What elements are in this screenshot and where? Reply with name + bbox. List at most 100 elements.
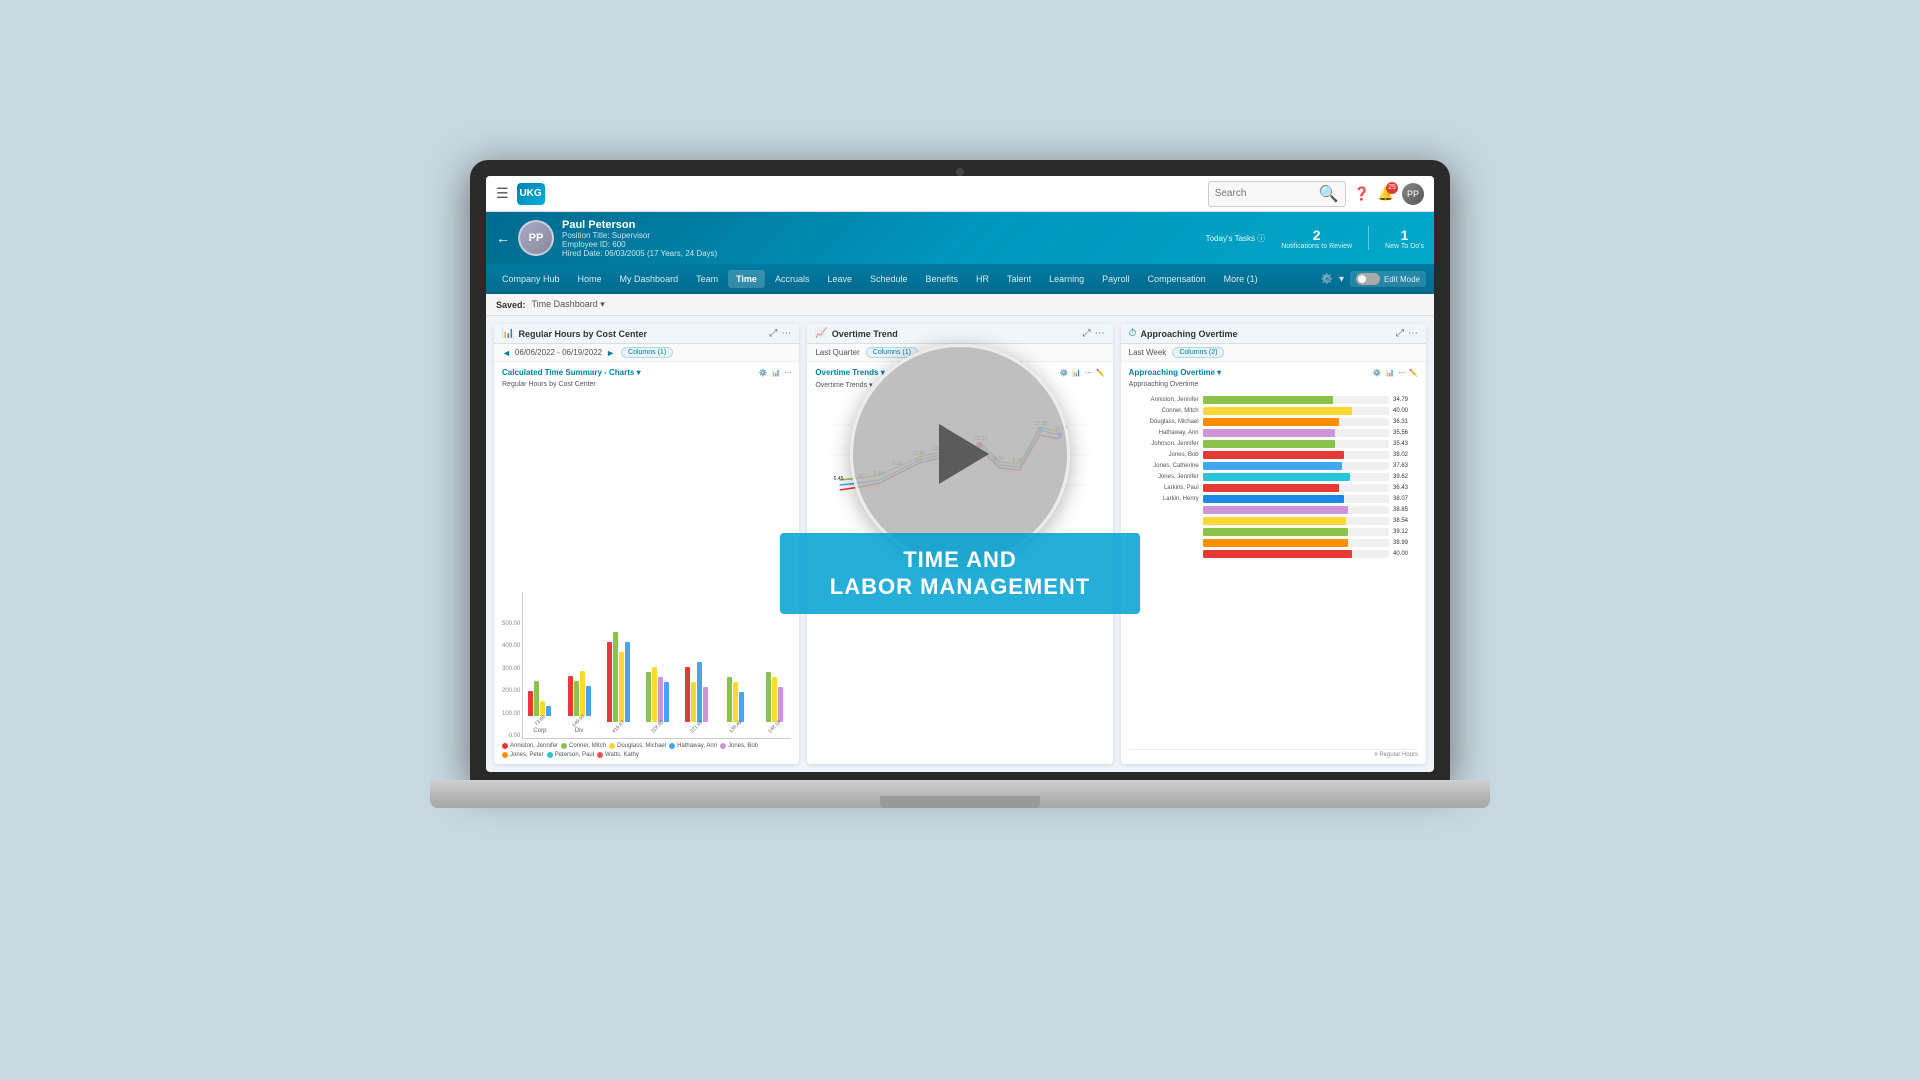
widget2-date-nav: Last Quarter — [815, 348, 859, 357]
dashboard-name[interactable]: Time Dashboard ▾ — [532, 299, 605, 310]
widget2-header: 📈 Overtime Trend ⤢ ⋯ — [807, 324, 1112, 344]
play-button-circle[interactable] — [850, 344, 1070, 564]
widget2-filter-icon[interactable]: ⚙️ — [1060, 369, 1069, 377]
widget1-next-arrow[interactable]: ► — [606, 348, 615, 358]
widget3-menu-icon[interactable]: ⋯ — [1408, 328, 1418, 339]
widget3-columns-btn[interactable]: Columns (2) — [1172, 347, 1224, 358]
play-icon — [939, 424, 989, 484]
nav-talent[interactable]: Talent — [999, 270, 1039, 288]
todos-task[interactable]: 1 New To Do's — [1385, 227, 1424, 250]
widget1-menu-icon[interactable]: ⋯ — [781, 328, 791, 339]
widget-regular-hours: 📊 Regular Hours by Cost Center ⤢ ⋯ ◄ — [494, 324, 799, 764]
nav-my-dashboard[interactable]: My Dashboard — [612, 270, 687, 288]
horiz-bar-track — [1203, 528, 1389, 536]
nav-accruals[interactable]: Accruals — [767, 270, 818, 288]
edit-mode-toggle[interactable]: Edit Mode — [1350, 271, 1426, 287]
back-button[interactable]: ← — [496, 230, 510, 246]
nav-payroll[interactable]: Payroll — [1094, 270, 1138, 288]
bar — [580, 671, 585, 716]
nav-leave[interactable]: Leave — [819, 270, 860, 288]
bar — [652, 667, 657, 722]
legend-item: Jones, Peter — [502, 752, 544, 758]
nav-learning[interactable]: Learning — [1041, 270, 1092, 288]
widget2-section-title[interactable]: Overtime Trends ▾ — [815, 368, 884, 377]
widget1-columns-btn[interactable]: Columns (1) — [621, 347, 673, 358]
nav-schedule[interactable]: Schedule — [862, 270, 916, 288]
widget3-section-title[interactable]: Approaching Overtime ▾ — [1129, 368, 1221, 377]
toggle-switch[interactable] — [1356, 273, 1380, 285]
nav-team[interactable]: Team — [688, 270, 726, 288]
widget2-edit-icon[interactable]: ✏️ — [1096, 369, 1105, 377]
bar — [733, 682, 738, 722]
notification-count: 25 — [1386, 182, 1398, 194]
horiz-bar-fill — [1203, 473, 1350, 481]
horiz-bar-fill — [1203, 462, 1343, 470]
widget3-more-icon[interactable]: ⋯ — [1398, 369, 1405, 377]
nav-benefits[interactable]: Benefits — [918, 270, 967, 288]
horiz-bar-name: Johnson, Jennifer — [1129, 441, 1199, 447]
search-bar[interactable]: 🔍 — [1208, 181, 1346, 207]
nav-chevron-icon[interactable]: ▾ — [1339, 274, 1344, 285]
widget1-filters: ⚙️ 📊 ⋯ — [759, 369, 791, 377]
widget1-view-icon[interactable]: 📊 — [772, 369, 781, 377]
user-avatar[interactable]: PP — [1402, 183, 1424, 205]
profile-hire-date: Hired Date: 06/03/2005 (17 Years, 24 Day… — [562, 249, 717, 258]
bar-group: 228.80 — [641, 602, 674, 734]
horiz-bar-track — [1203, 495, 1389, 503]
widget1-section-title[interactable]: Calculated Time Summary - Charts ▾ — [502, 368, 641, 377]
bar — [658, 677, 663, 722]
settings-icon[interactable]: ⚙️ — [1320, 274, 1332, 285]
horiz-bar-value: 38.85 — [1393, 507, 1418, 513]
widget1-more-icon[interactable]: ⋯ — [784, 369, 791, 377]
dashboard-bar: Saved: Time Dashboard ▾ — [486, 294, 1434, 316]
legend-dot — [609, 743, 615, 749]
widget1-legend: Anniston, JenniferConner, MitchDouglass,… — [502, 743, 791, 758]
widget3-view-icon[interactable]: 📊 — [1386, 369, 1395, 377]
widget2-expand-icon[interactable]: ⤢ — [1083, 328, 1091, 339]
widget2-title-row: 📈 Overtime Trend — [815, 328, 897, 339]
widget3-edit-icon[interactable]: ✏️ — [1409, 369, 1418, 377]
notifications-task[interactable]: 2 Notifications to Review — [1281, 227, 1352, 250]
legend-dot — [502, 752, 508, 758]
widget1-icon: 📊 — [502, 328, 514, 339]
widget1-expand-icon[interactable]: ⤢ — [769, 328, 777, 339]
widget2-view-icon[interactable]: 📊 — [1072, 369, 1081, 377]
legend-dot — [669, 743, 675, 749]
widget2-more-icon[interactable]: ⋯ — [1085, 369, 1092, 377]
svg-text:6.45: 6.45 — [834, 476, 844, 482]
widget3-expand-icon[interactable]: ⤢ — [1396, 328, 1404, 339]
widget2-filters: ⚙️ 📊 ⋯ ✏️ — [1060, 369, 1105, 377]
legend-dot — [502, 743, 508, 749]
widget1-prev-arrow[interactable]: ◄ — [502, 348, 511, 358]
bar-group: 138.49 — [719, 602, 752, 734]
nav-hr[interactable]: HR — [968, 270, 997, 288]
horiz-bar-name: Jones, Bob — [1129, 452, 1199, 458]
notification-bell-icon[interactable]: 🔔 25 — [1378, 186, 1394, 202]
nav-time[interactable]: Time — [728, 270, 765, 288]
help-icon[interactable]: ❓ — [1354, 186, 1370, 202]
nav-company-hub[interactable]: Company Hub — [494, 270, 568, 288]
search-input[interactable] — [1215, 188, 1315, 199]
legend-label: Jones, Peter — [510, 752, 544, 758]
widget1-filter-icon[interactable]: ⚙️ — [759, 369, 768, 377]
legend-label: Jones, Bob — [728, 743, 758, 749]
horiz-bar-row: 40.00 — [1129, 550, 1418, 558]
bar-group: 416.67 — [602, 602, 635, 734]
nav-home[interactable]: Home — [570, 270, 610, 288]
horiz-bar-value: 38.99 — [1393, 540, 1418, 546]
horiz-bar-row: Jones, Jennifer39.62 — [1129, 473, 1418, 481]
legend-item: Anniston, Jennifer — [502, 743, 558, 749]
app-logo[interactable]: UKG — [517, 183, 545, 205]
profile-avatar: PP — [518, 220, 554, 256]
bar — [646, 672, 651, 722]
widget3-filter-icon[interactable]: ⚙️ — [1373, 369, 1382, 377]
horiz-bar-fill — [1203, 495, 1345, 503]
widget1-date-range: 06/06/2022 - 06/19/2022 — [515, 348, 602, 357]
nav-more[interactable]: More (1) — [1216, 270, 1266, 288]
tasks-label: Today's Tasks ⓘ — [1206, 233, 1266, 244]
hamburger-icon[interactable]: ☰ — [496, 185, 509, 202]
horiz-bar-fill — [1203, 429, 1335, 437]
widget2-menu-icon[interactable]: ⋯ — [1095, 328, 1105, 339]
nav-compensation[interactable]: Compensation — [1140, 270, 1214, 288]
horiz-bar-track — [1203, 506, 1389, 514]
